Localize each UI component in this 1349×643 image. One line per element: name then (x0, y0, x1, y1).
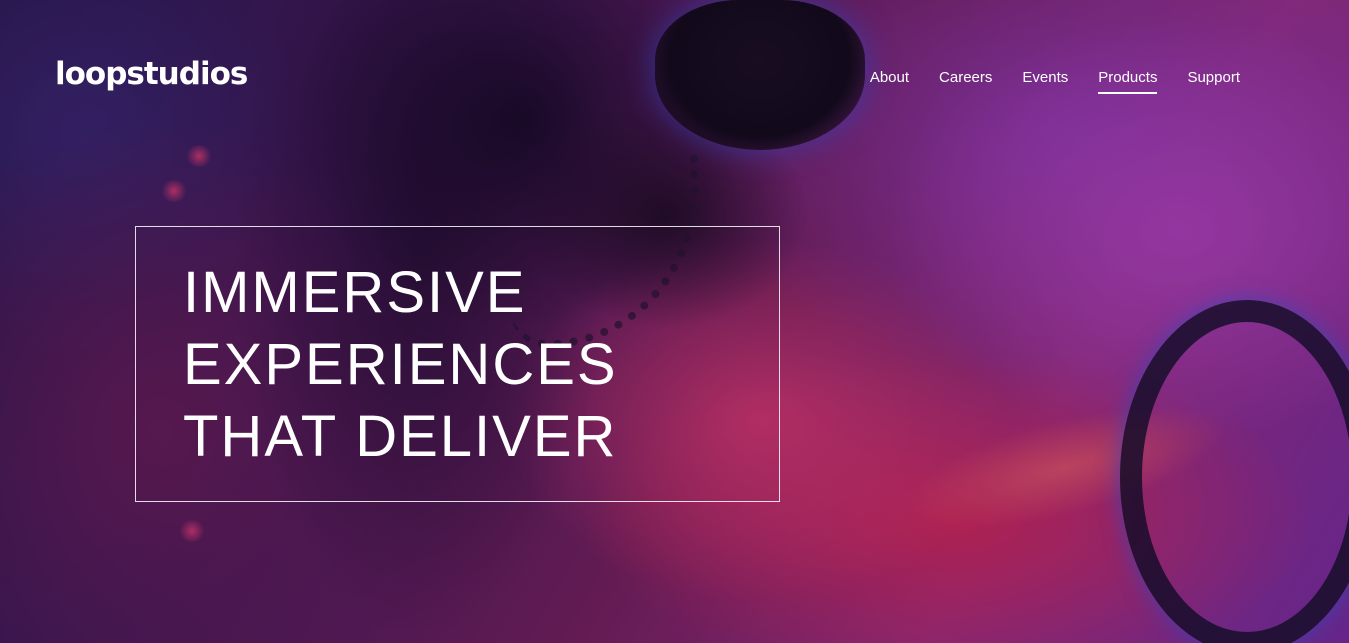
nav-link-products[interactable]: Products (1098, 69, 1158, 94)
background-light (160, 180, 188, 202)
nav-link-about[interactable]: About (870, 69, 909, 94)
main-nav: About Careers Events Products Support (870, 69, 1240, 94)
background-steering-wheel (1120, 300, 1349, 643)
background-light (178, 520, 206, 542)
headline-line: IMMERSIVE (183, 260, 527, 325)
logo[interactable]: loopstudios (55, 52, 248, 96)
nav-link-events[interactable]: Events (1022, 69, 1068, 94)
headline-box: IMMERSIVE EXPERIENCES THAT DELIVER (135, 226, 780, 502)
site-header: loopstudios About Careers Events Product… (55, 52, 1240, 102)
nav-link-support[interactable]: Support (1187, 69, 1240, 94)
nav-link-careers[interactable]: Careers (939, 69, 992, 94)
hero-section: loopstudios About Careers Events Product… (0, 0, 1349, 643)
hero-headline: IMMERSIVE EXPERIENCES THAT DELIVER (183, 257, 618, 473)
background-light (185, 145, 213, 167)
background-arm (893, 381, 1237, 554)
headline-line: THAT DELIVER (183, 404, 618, 469)
headline-line: EXPERIENCES (183, 332, 618, 397)
